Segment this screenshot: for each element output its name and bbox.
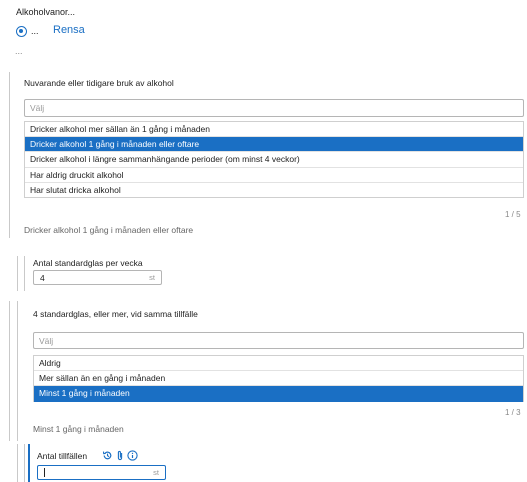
section-title: Alkoholvanor... <box>16 7 76 17</box>
indent-rule <box>24 444 25 482</box>
indent-rule <box>24 256 25 291</box>
selection-counter: 1 / 5 <box>505 210 521 219</box>
question-label-glasses-per-week: Antal standardglas per vecka <box>33 258 143 268</box>
indent-rule <box>17 444 18 482</box>
alcohol-use-select[interactable]: Välj <box>24 99 524 117</box>
selection-counter: 1 / 3 <box>505 408 521 417</box>
occasions-input[interactable]: st <box>37 465 166 480</box>
question-label-alcohol-use: Nuvarande eller tidigare bruk av alkohol <box>24 78 174 88</box>
option-item[interactable]: Mer sällan än en gång i månaden <box>34 371 523 387</box>
focus-indicator <box>28 444 30 482</box>
select-placeholder: Välj <box>39 335 54 346</box>
glasses-per-week-input[interactable]: 4 st <box>33 270 162 285</box>
option-item[interactable]: Har slutat dricka alkohol <box>25 183 523 198</box>
select-placeholder: Välj <box>30 103 45 113</box>
indent-rule <box>9 301 10 441</box>
option-item[interactable]: Aldrig <box>34 356 523 372</box>
history-icon[interactable] <box>102 450 113 461</box>
info-icon[interactable] <box>127 450 138 461</box>
option-item[interactable]: Har aldrig druckit alkohol <box>25 168 523 183</box>
binge-drinking-select[interactable]: Välj <box>33 332 524 349</box>
input-value: 4 <box>40 272 45 283</box>
radio-label: ... <box>31 26 39 36</box>
indent-rule <box>17 301 18 441</box>
unit-label: st <box>149 273 155 282</box>
indent-rule <box>17 256 18 291</box>
option-item[interactable]: Dricker alkohol mer sällan än 1 gång i m… <box>25 122 523 138</box>
radio-button-selected[interactable] <box>16 26 27 37</box>
attachment-icon[interactable] <box>116 450 124 461</box>
question-label-binge-drinking: 4 standardglas, eller mer, vid samma til… <box>33 309 198 319</box>
selected-summary: Minst 1 gång i månaden <box>33 424 124 434</box>
truncated-text: ... <box>15 46 23 56</box>
indent-rule <box>9 72 10 238</box>
option-item-selected[interactable]: Minst 1 gång i månaden <box>34 386 523 402</box>
clear-button[interactable]: Rensa <box>53 24 85 36</box>
selected-summary: Dricker alkohol 1 gång i månaden eller o… <box>24 225 194 235</box>
alcohol-use-options: Dricker alkohol mer sällan än 1 gång i m… <box>24 121 524 198</box>
binge-drinking-options: Aldrig Mer sällan än en gång i månaden M… <box>33 355 524 402</box>
text-caret <box>44 468 45 477</box>
question-label-occasions: Antal tillfällen <box>37 451 88 461</box>
option-item[interactable]: Dricker alkohol i längre sammanhängande … <box>25 152 523 168</box>
unit-label: st <box>153 468 159 477</box>
option-item-selected[interactable]: Dricker alkohol 1 gång i månaden eller o… <box>25 137 523 153</box>
